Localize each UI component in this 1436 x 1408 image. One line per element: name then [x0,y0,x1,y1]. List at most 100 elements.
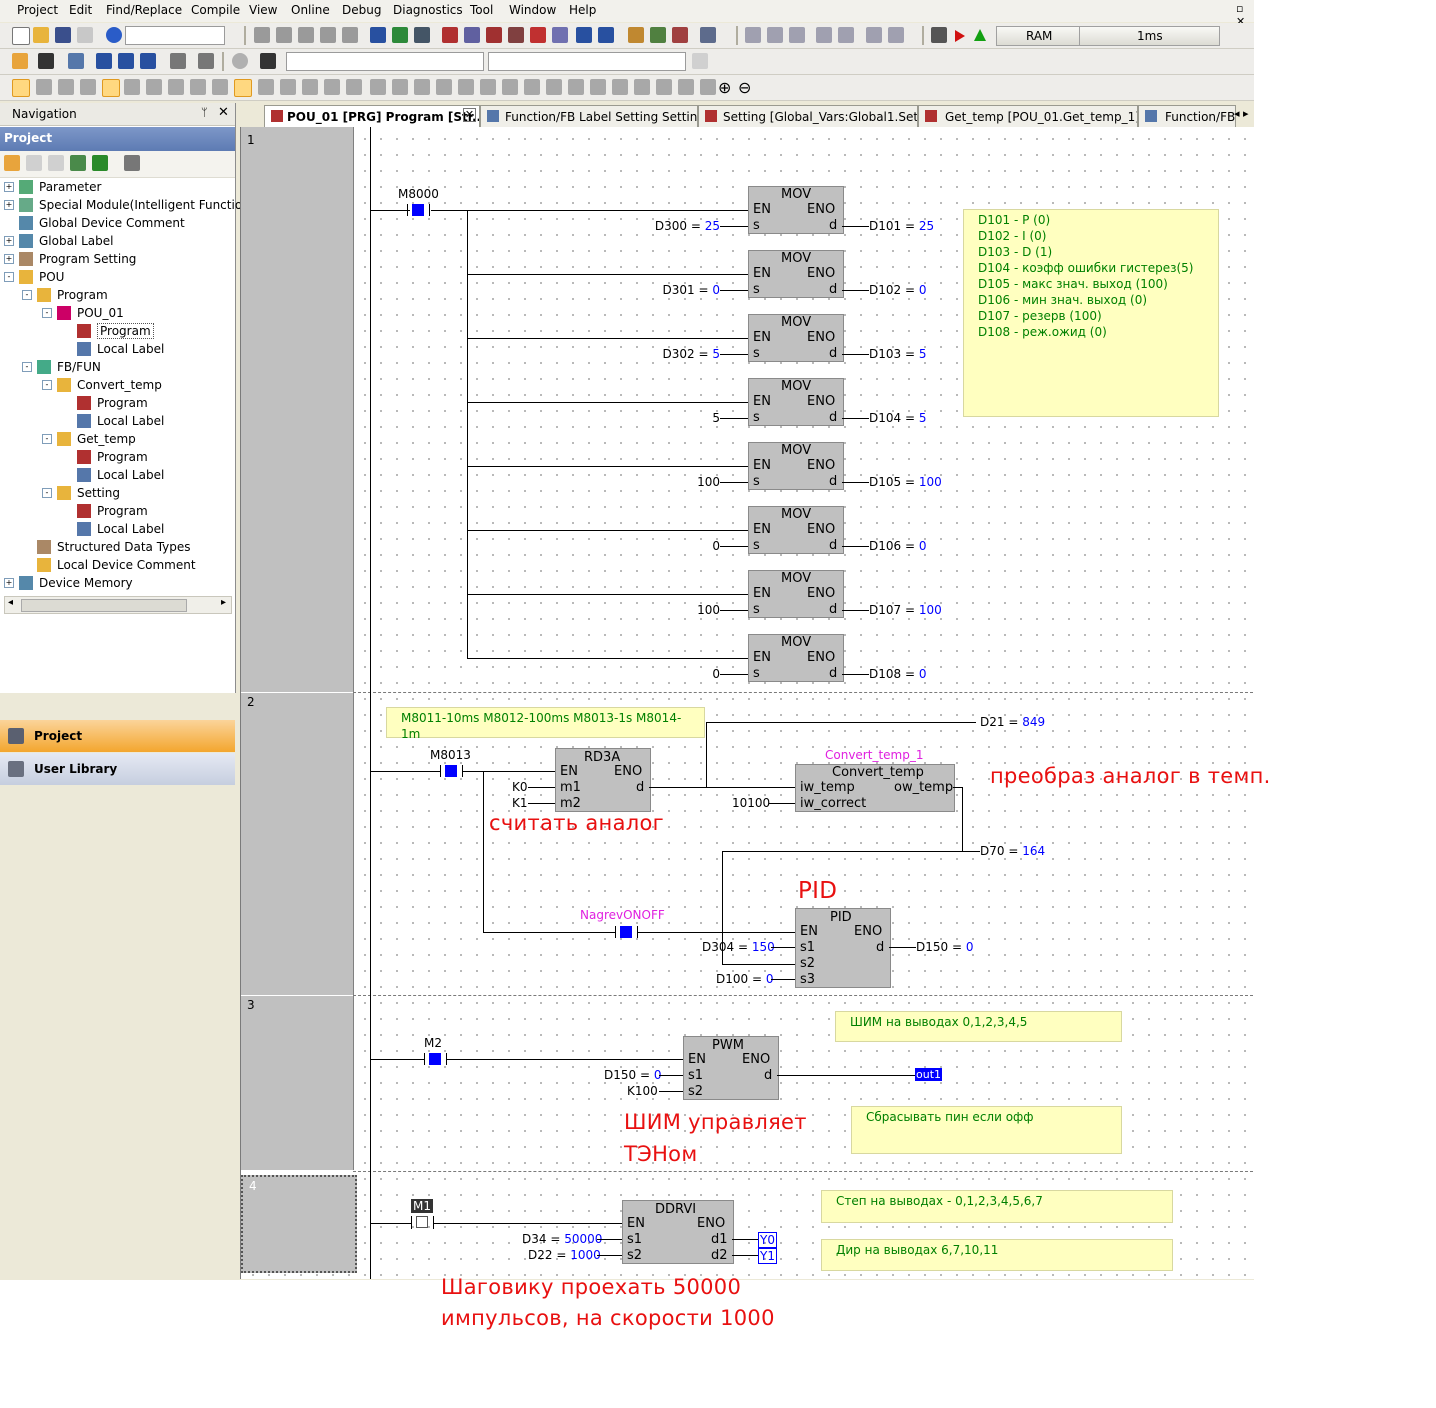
ladder-tool-1-icon[interactable] [58,79,74,95]
contact-m8000[interactable] [407,204,431,216]
tab-pou01-program[interactable]: POU_01 [PRG] Program [Str... ✕ [264,105,480,128]
ladder-delete-icon[interactable] [767,27,783,43]
sort-icon[interactable] [124,155,140,171]
instr-icon[interactable] [436,79,452,95]
find-coil-icon[interactable] [508,27,524,43]
help-gray-icon[interactable] [232,53,248,69]
convert-temp-block[interactable]: Convert_temp iw_temp ow_temp iw_correct [795,764,955,812]
mov-block[interactable]: MOV EN ENO s d [748,378,844,426]
menu-tool[interactable]: Tool [470,3,493,17]
contact-nc-icon[interactable] [280,79,296,95]
tree-item[interactable]: Setting [77,486,120,500]
menu-help[interactable]: Help [569,3,596,17]
output-y1[interactable]: Y1 [758,1248,777,1264]
ladder-tool-5-icon[interactable] [146,79,162,95]
tree-item[interactable]: Local Label [97,342,164,356]
menu-diagnostics[interactable]: Diagnostics [393,3,463,17]
scroll-thumb[interactable] [21,599,187,612]
ladder-tool-8-icon[interactable] [212,79,228,95]
rd3a-block[interactable]: RD3A EN ENO m1 d m2 [555,748,651,812]
find-contact-icon[interactable] [486,27,502,43]
rung3-comment-1[interactable]: ШИМ на выводах 0,1,2,3,4,5 [835,1011,1122,1042]
jump-icon[interactable] [442,27,458,43]
tree-item[interactable]: Program Setting [39,252,136,266]
new-data-icon[interactable] [4,155,20,171]
tree-item[interactable]: POU_01 [77,306,124,320]
scroll-right-icon[interactable]: ▸ [221,597,226,608]
read-icon[interactable] [650,27,666,43]
tree-expander-icon[interactable]: - [22,290,32,300]
menu-debug[interactable]: Debug [342,3,381,17]
link-icon[interactable] [590,79,606,95]
contact-no-icon[interactable] [258,79,274,95]
ladder-tool-6-icon[interactable] [168,79,184,95]
mov-block[interactable]: MOV EN ENO s d [748,186,844,234]
comment-toggle-icon[interactable] [866,27,882,43]
rung4-comment-2[interactable]: Дир на выводах 6,7,10,11 [821,1239,1173,1271]
menu-project[interactable]: Project [17,3,58,17]
select-mode-icon[interactable] [12,79,30,97]
tree-item[interactable]: Get_temp [77,432,136,446]
ladder-tool-9-icon[interactable] [234,79,252,97]
monitor-icon[interactable] [700,27,716,43]
label-icon[interactable] [700,79,716,95]
mov-block[interactable]: MOV EN ENO s d [748,442,844,490]
window-icon[interactable] [68,53,84,69]
contact-nagrev[interactable] [615,926,639,938]
menu-view[interactable]: View [249,3,277,17]
pin-icon[interactable]: ᛘ [201,106,208,119]
tree-item[interactable]: Device Memory [39,576,133,590]
plc-status-icon[interactable] [931,27,947,43]
tree-item[interactable]: Program [97,450,148,464]
monitor-view-icon[interactable] [170,53,186,69]
dev-usage-icon[interactable] [576,27,592,43]
menu-window[interactable]: Window [509,3,556,17]
tree-item[interactable]: Program [97,323,154,339]
tree-item[interactable]: Local Label [97,468,164,482]
tree-expander-icon[interactable]: - [42,308,52,318]
paste-data-icon[interactable] [48,155,64,171]
module-combo[interactable] [125,26,225,45]
search-combo-1[interactable] [286,52,484,71]
menu-edit[interactable]: Edit [69,3,92,17]
wire-icon[interactable] [612,79,628,95]
rung4-comment-1[interactable]: Степ на выводах - 0,1,2,3,4,5,6,7 [821,1190,1173,1223]
tree-expander-icon[interactable]: + [4,578,14,588]
rung3-comment-2[interactable]: Сбрасывать пин если офф [851,1106,1122,1154]
tree-item[interactable]: Local Label [97,522,164,536]
contact-m2[interactable] [424,1053,448,1065]
contact-p-icon[interactable] [302,79,318,95]
write-icon[interactable] [628,27,644,43]
verify-icon[interactable] [672,27,688,43]
rung2-comment[interactable]: M8011-10ms M8012-100ms M8013-1s M8014-1m [386,707,705,741]
tree-expander-icon[interactable]: + [4,236,14,246]
close-icon[interactable]: ✕ [218,105,229,120]
pid-block[interactable]: PID EN ENO s1 d s2 s3 [795,908,891,988]
mov-block[interactable]: MOV EN ENO s d [748,506,844,554]
invert-icon[interactable] [480,79,496,95]
redo-icon[interactable] [342,27,358,43]
tab-get-temp[interactable]: Get_temp [POU_01.Get_temp_1] ... [918,105,1138,128]
hline-icon[interactable] [370,79,386,95]
arrow-icon[interactable] [568,79,584,95]
pulse-icon[interactable] [502,79,518,95]
dev-replace-icon[interactable] [392,27,408,43]
stop-icon[interactable] [974,29,986,41]
ladder-tool-7-icon[interactable] [190,79,206,95]
help-icon[interactable] [106,27,122,43]
mov-block[interactable]: MOV EN ENO s d [748,570,844,618]
tree-expander-icon[interactable]: + [4,182,14,192]
tree-item[interactable]: Convert_temp [77,378,162,392]
output-y0[interactable]: Y0 [758,1232,777,1248]
tree-item[interactable]: Local Device Comment [57,558,196,572]
tree-item[interactable]: Program [97,504,148,518]
dev-comment-icon[interactable] [598,27,614,43]
pen-icon[interactable] [36,79,52,95]
scroll-left-icon[interactable]: ◂ [8,597,13,608]
mef-icon[interactable] [546,79,562,95]
menu-online[interactable]: Online [291,3,330,17]
project-view-icon[interactable] [12,53,28,69]
properties-icon[interactable] [70,155,86,171]
pwm-block[interactable]: PWM EN ENO s1 d s2 [683,1036,779,1100]
menu-find-replace[interactable]: Find/Replace [106,3,182,17]
